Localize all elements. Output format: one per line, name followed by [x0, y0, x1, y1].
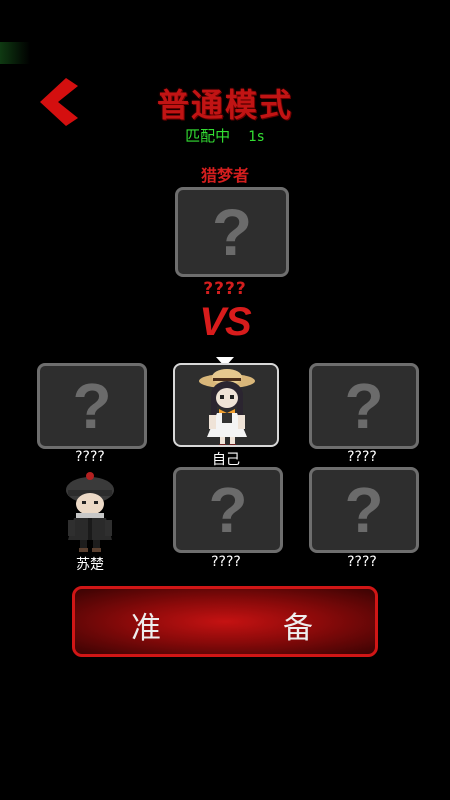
- corner-decoration: [0, 42, 30, 64]
- page-title: 普通模式: [156, 86, 293, 124]
- sichu-character-avatar: [66, 472, 114, 552]
- player-name-4: 苏楚: [76, 557, 104, 573]
- player-slot-self[interactable]: [173, 363, 279, 447]
- player-name-5: ????: [211, 554, 241, 570]
- player-name-1: ????: [75, 449, 105, 465]
- player-slot-1[interactable]: ?: [37, 363, 147, 449]
- vs-label: VS: [199, 300, 251, 344]
- ready-button-label-2: 备: [283, 611, 313, 646]
- self-character-avatar: [199, 369, 255, 445]
- unknown-question-icon: ?: [211, 195, 253, 269]
- ready-button[interactable]: 准 备: [72, 586, 378, 657]
- player-name-6: ????: [347, 554, 377, 570]
- matching-status: 匹配中 1s: [0, 125, 450, 146]
- matching-label: 匹配中: [185, 127, 231, 145]
- player-slot-3[interactable]: ?: [309, 363, 419, 449]
- player-name-self: 自己: [212, 452, 240, 468]
- matching-timer: 1s: [248, 129, 265, 145]
- hunter-role-label: 猎梦者: [200, 166, 249, 185]
- hunter-name: ????: [203, 279, 247, 299]
- player-slot-6[interactable]: ?: [309, 467, 419, 553]
- unknown-question-icon: ?: [208, 474, 248, 546]
- hunter-slot[interactable]: ?: [175, 187, 289, 277]
- unknown-question-icon: ?: [72, 370, 112, 442]
- player-slot-4[interactable]: [54, 470, 126, 552]
- player-name-3: ????: [347, 449, 377, 465]
- unknown-question-icon: ?: [344, 474, 384, 546]
- player-slot-5[interactable]: ?: [173, 467, 283, 553]
- unknown-question-icon: ?: [344, 370, 384, 442]
- ready-button-label-1: 准: [131, 611, 161, 646]
